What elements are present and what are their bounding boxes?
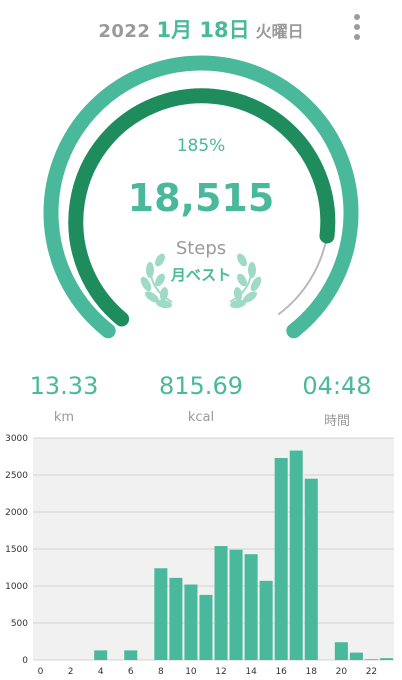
x-tick-label: 10 bbox=[185, 667, 197, 677]
chart-bar bbox=[274, 457, 288, 660]
chart-bar bbox=[244, 554, 258, 660]
y-tick-label: 1000 bbox=[5, 582, 28, 592]
chart-bar bbox=[349, 652, 363, 660]
hourly-steps-chart: 0 500 1000 1500 2000 2500 3000 0 2 4 6 8 10 12 14 16 18 2… bbox=[0, 432, 402, 680]
stats-row: 13.33 km 815.69 kcal 04:48 時間 bbox=[0, 372, 402, 429]
x-tick-label: 16 bbox=[275, 667, 287, 677]
x-tick-label: 6 bbox=[128, 667, 134, 677]
x-tick-label: 4 bbox=[98, 667, 104, 677]
chart-bar bbox=[199, 594, 213, 660]
distance-stat: 13.33 km bbox=[4, 372, 124, 425]
chart-bar bbox=[214, 546, 228, 660]
x-tick-label: 12 bbox=[215, 667, 226, 677]
duration-value: 04:48 bbox=[302, 372, 372, 400]
y-tick-label: 2500 bbox=[5, 471, 28, 481]
step-progress-ring: 185% 18,515 Steps 月ベスト bbox=[0, 40, 402, 370]
date-year: 2022 bbox=[98, 21, 151, 42]
distance-unit: km bbox=[53, 410, 75, 425]
duration-stat: 04:48 時間 bbox=[277, 372, 397, 429]
monthly-best-badge: 月ベスト bbox=[170, 266, 232, 284]
chart-bar bbox=[169, 577, 183, 660]
y-tick-label: 3000 bbox=[5, 434, 28, 444]
chart-bar bbox=[259, 580, 273, 660]
calories-unit: kcal bbox=[187, 410, 215, 425]
chart-bar bbox=[184, 584, 198, 660]
x-tick-label: 18 bbox=[306, 667, 318, 677]
distance-value: 13.33 bbox=[29, 372, 99, 400]
chart-bar bbox=[94, 650, 108, 660]
y-tick-label: 1500 bbox=[5, 545, 28, 555]
x-tick-label: 0 bbox=[38, 667, 44, 677]
chart-bar bbox=[154, 568, 168, 660]
duration-unit: 時間 bbox=[323, 414, 350, 429]
chart-bar bbox=[124, 650, 138, 660]
y-tick-label: 2000 bbox=[5, 508, 28, 518]
steps-label: Steps bbox=[175, 238, 227, 259]
chart-bar bbox=[364, 659, 378, 660]
chart-bar bbox=[334, 642, 348, 660]
step-count: 18,515 bbox=[127, 176, 275, 220]
chart-bar bbox=[229, 549, 243, 660]
y-tick-label: 500 bbox=[11, 619, 28, 629]
chart-svg: 0 500 1000 1500 2000 2500 3000 0 2 4 6 8 10 12 14 16 18 2… bbox=[5, 434, 394, 677]
chart-bar bbox=[379, 658, 393, 660]
y-tick-label: 0 bbox=[22, 656, 28, 666]
more-vertical-icon[interactable] bbox=[348, 12, 366, 42]
date-weekday: 火曜日 bbox=[255, 22, 304, 41]
x-tick-label: 22 bbox=[366, 667, 377, 677]
chart-bar bbox=[304, 478, 318, 660]
x-tick-label: 14 bbox=[245, 667, 257, 677]
x-tick-label: 8 bbox=[158, 667, 164, 677]
calories-stat: 815.69 kcal bbox=[141, 372, 261, 425]
goal-percent: 185% bbox=[176, 136, 226, 156]
x-tick-label: 2 bbox=[68, 667, 74, 677]
chart-bar bbox=[289, 450, 303, 660]
calories-value: 815.69 bbox=[159, 372, 243, 400]
x-tick-label: 20 bbox=[336, 667, 348, 677]
